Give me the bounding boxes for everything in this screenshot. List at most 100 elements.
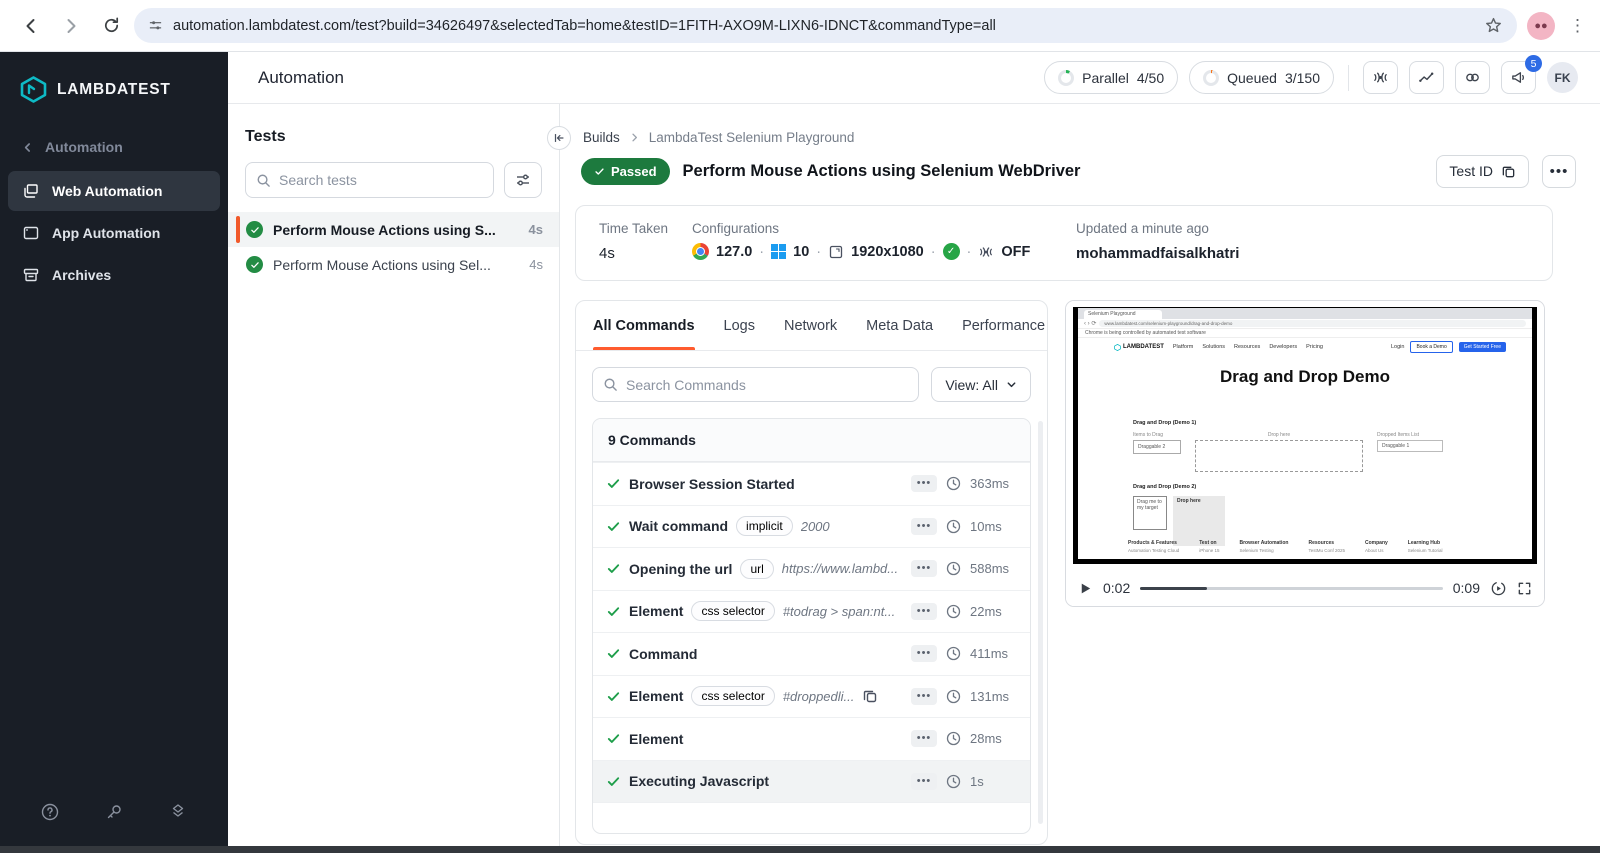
command-tag: implicit xyxy=(736,516,793,537)
tab-meta-data[interactable]: Meta Data xyxy=(866,301,933,350)
realtime-button[interactable] xyxy=(1363,61,1398,94)
play-button[interactable] xyxy=(1078,581,1093,596)
command-duration: 1s xyxy=(970,773,984,789)
time-taken-value: 4s xyxy=(599,245,615,262)
tests-title: Tests xyxy=(245,128,286,145)
command-value: 2000 xyxy=(800,518,830,534)
commands-search-input[interactable] xyxy=(626,376,909,393)
tab-network[interactable]: Network xyxy=(784,301,837,350)
integrations-icon[interactable] xyxy=(166,800,190,824)
back-icon[interactable] xyxy=(14,9,48,43)
chevron-left-icon xyxy=(22,142,33,153)
configurations-label: Configurations xyxy=(692,221,780,236)
updated-label: Updated a minute ago xyxy=(1076,221,1209,236)
fullscreen-button[interactable] xyxy=(1517,581,1532,596)
command-row[interactable]: Element ••• 28ms xyxy=(593,717,1030,760)
video-controls: 0:02 0:09 xyxy=(1066,570,1544,606)
command-duration: 131ms xyxy=(970,688,1010,704)
more-options-button[interactable]: ••• xyxy=(1542,154,1576,188)
queued-status-pill[interactable]: Queued 3/150 xyxy=(1189,61,1334,94)
video-frame[interactable]: Selenium Playground ‹ › ⟳ www.lambdatest.… xyxy=(1066,301,1544,570)
row-more-button[interactable]: ••• xyxy=(911,645,937,663)
view-filter-label: View: All xyxy=(945,376,998,393)
test-list-item[interactable]: Perform Mouse Actions using Sel... 4s xyxy=(228,247,559,282)
brand[interactable]: LAMBDATEST xyxy=(0,52,228,113)
command-tag: url xyxy=(740,558,774,579)
sidebar-section-automation[interactable]: Automation xyxy=(0,113,228,169)
test-id-label: Test ID xyxy=(1449,163,1493,179)
url-text[interactable]: automation.lambdatest.com/test?build=346… xyxy=(173,18,1474,34)
collapse-icon xyxy=(552,131,566,145)
passed-check-icon xyxy=(246,256,263,273)
help-icon[interactable] xyxy=(38,800,62,824)
parallel-status-pill[interactable]: Parallel 4/50 xyxy=(1044,61,1179,94)
command-row[interactable]: Opening the url url https://www.lambd...… xyxy=(593,547,1030,590)
row-more-button[interactable]: ••• xyxy=(911,517,937,535)
copy-selector-button[interactable] xyxy=(862,688,878,704)
search-icon xyxy=(603,377,618,392)
breadcrumb-build-name[interactable]: LambdaTest Selenium Playground xyxy=(649,130,855,145)
command-value: #droppedli... xyxy=(782,688,855,704)
view-filter-dropdown[interactable]: View: All xyxy=(931,367,1031,402)
row-more-button[interactable]: ••• xyxy=(911,772,937,790)
collapse-panel-button[interactable] xyxy=(547,126,571,150)
command-row[interactable]: Wait command implicit 2000 ••• 10ms xyxy=(593,504,1030,548)
row-more-button[interactable]: ••• xyxy=(911,687,937,705)
row-more-button[interactable]: ••• xyxy=(911,560,937,578)
reload-icon[interactable] xyxy=(94,9,128,43)
command-row[interactable]: Command ••• 411ms xyxy=(593,632,1030,675)
tab-all-commands[interactable]: All Commands xyxy=(593,301,695,350)
announcements-button[interactable]: 5 xyxy=(1501,55,1542,94)
commands-search[interactable] xyxy=(592,367,920,402)
tab-performance[interactable]: Performance xyxy=(962,301,1045,350)
user-avatar[interactable]: FK xyxy=(1547,62,1578,93)
breadcrumb-builds[interactable]: Builds xyxy=(583,130,620,145)
address-bar[interactable]: automation.lambdatest.com/test?build=346… xyxy=(134,8,1517,43)
analytics-button[interactable] xyxy=(1409,61,1444,94)
clock-icon xyxy=(946,561,961,576)
seek-bar[interactable] xyxy=(1140,586,1443,590)
row-more-button[interactable]: ••• xyxy=(911,730,937,748)
check-icon xyxy=(606,731,621,746)
sidebar-item-archives[interactable]: Archives xyxy=(8,255,220,295)
test-title: Perform Mouse Actions using Selenium Web… xyxy=(682,161,1081,180)
command-row[interactable]: Element css selector #droppedli... ••• 1… xyxy=(593,674,1030,718)
tests-search-input[interactable] xyxy=(279,172,483,188)
mock-get-started-button: Get Started Free xyxy=(1458,342,1506,352)
forward-icon[interactable] xyxy=(54,9,88,43)
browser-profile-avatar[interactable]: ●● xyxy=(1527,11,1555,40)
bookmark-star-icon[interactable] xyxy=(1484,16,1503,35)
tests-filter-button[interactable] xyxy=(504,162,542,198)
scrollbar[interactable] xyxy=(1038,421,1043,824)
command-name: Executing Javascript xyxy=(629,773,770,790)
integrations-button[interactable] xyxy=(1455,61,1490,94)
screen: automation.lambdatest.com/test?build=346… xyxy=(0,0,1600,853)
browser-version: 127.0 xyxy=(716,243,753,260)
command-row[interactable]: Browser Session Started ••• 363ms xyxy=(593,462,1030,505)
command-row[interactable]: Element css selector #todrag > span:nt..… xyxy=(593,589,1030,633)
test-id-button[interactable]: Test ID xyxy=(1436,154,1529,188)
test-list-item[interactable]: Perform Mouse Actions using S... 4s xyxy=(228,212,559,247)
check-icon xyxy=(606,604,621,619)
mock-dropzone xyxy=(1195,440,1363,472)
site-settings-icon[interactable] xyxy=(148,18,163,33)
row-more-button[interactable]: ••• xyxy=(911,475,937,493)
command-duration: 411ms xyxy=(970,646,1009,662)
page-title: Automation xyxy=(258,67,344,87)
mock-automation-notice: Chrome is being controlled by automated … xyxy=(1078,329,1532,338)
current-time: 0:02 xyxy=(1103,580,1131,596)
row-more-button[interactable]: ••• xyxy=(911,602,937,620)
mock-nav-link: Pricing xyxy=(1306,344,1323,350)
sidebar-item-label: App Automation xyxy=(52,225,161,241)
test-duration: 4s xyxy=(529,257,543,272)
command-name: Element xyxy=(629,730,684,747)
browser-menu-icon[interactable]: ⋮ xyxy=(1569,16,1586,36)
tab-logs[interactable]: Logs xyxy=(724,301,755,350)
sidebar-item-app-automation[interactable]: App Automation xyxy=(8,213,220,253)
parallel-progress-ring xyxy=(1058,69,1075,86)
command-row[interactable]: Executing Javascript ••• 1s xyxy=(593,759,1030,802)
playback-speed-button[interactable] xyxy=(1490,580,1507,597)
sidebar-item-web-automation[interactable]: Web Automation xyxy=(8,171,220,211)
tests-search[interactable] xyxy=(245,162,494,198)
key-icon[interactable] xyxy=(102,800,126,824)
